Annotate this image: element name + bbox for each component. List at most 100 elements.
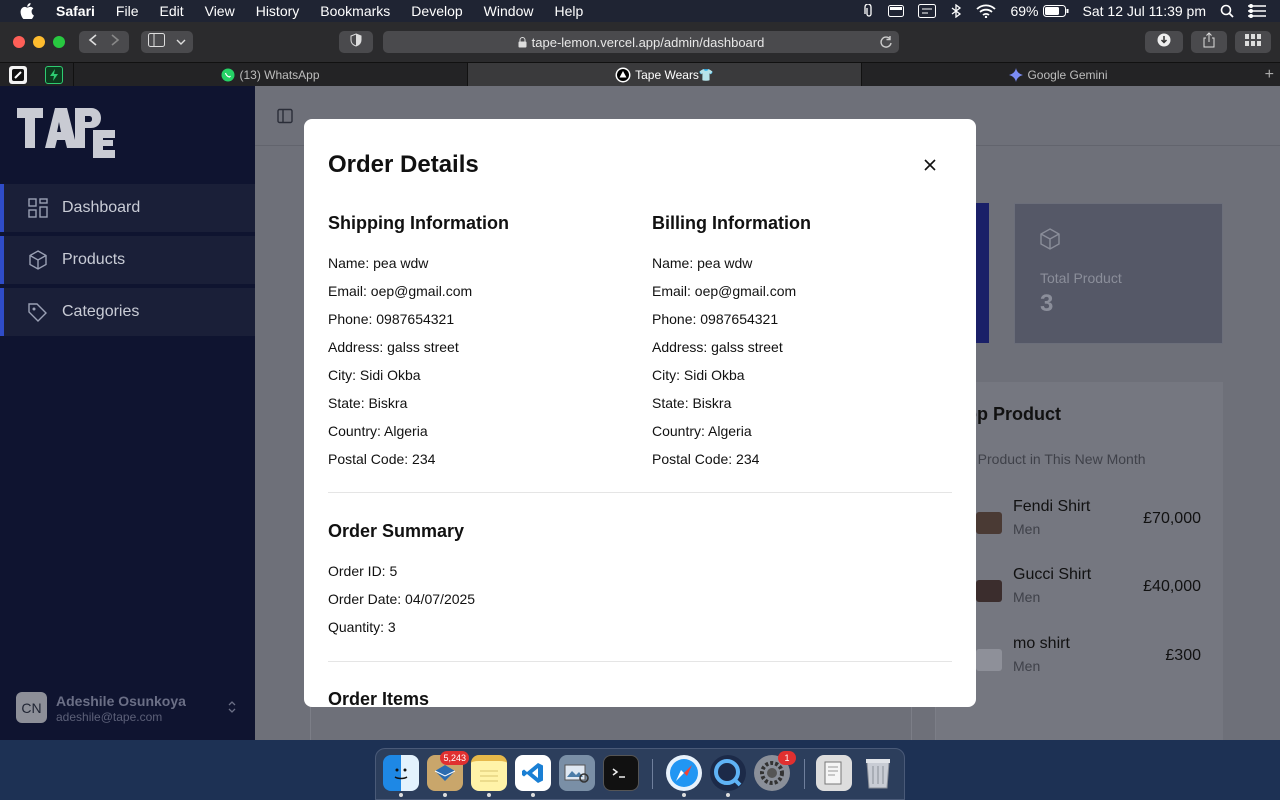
back-forward-buttons[interactable] xyxy=(79,31,129,53)
back-icon[interactable] xyxy=(82,33,104,52)
billing-state: State: Biskra xyxy=(652,395,732,411)
order-summary-section: Order Summary Order ID: 5 Order Date: 04… xyxy=(328,521,728,641)
minimize-window-button[interactable] xyxy=(33,36,45,48)
privacy-report-button[interactable] xyxy=(339,31,373,53)
address-bar[interactable]: tape-lemon.vercel.app/admin/dashboard xyxy=(383,31,899,53)
tab-gemini[interactable]: Google Gemini xyxy=(861,63,1255,86)
user-name: Adeshile Osunkoya xyxy=(56,693,186,709)
sidebar-toggle-button[interactable] xyxy=(141,31,193,53)
forward-icon[interactable] xyxy=(104,33,126,52)
user-email: adeshile@tape.com xyxy=(56,710,163,724)
bluetooth-icon[interactable] xyxy=(950,4,962,18)
billing-heading: Billing Information xyxy=(652,213,811,233)
order-items-heading: Order Items xyxy=(328,689,430,707)
menu-app-name[interactable]: Safari xyxy=(56,3,95,19)
url-text[interactable]: tape-lemon.vercel.app/admin/dashboard xyxy=(532,35,765,50)
order-summary-heading: Order Summary xyxy=(328,521,465,541)
shipping-section: Shipping Information Name: pea wdw Email… xyxy=(328,213,628,473)
terminal-icon[interactable] xyxy=(603,755,639,791)
running-indicator xyxy=(443,793,447,797)
sidebar-item-products[interactable]: Products xyxy=(0,236,255,284)
control-center-icon[interactable] xyxy=(1248,4,1266,18)
notes-app-icon[interactable] xyxy=(471,755,507,797)
trash-icon[interactable] xyxy=(860,755,896,791)
menu-help[interactable]: Help xyxy=(554,3,583,19)
panel-toggle-icon[interactable] xyxy=(277,108,293,129)
display-icon[interactable] xyxy=(918,4,937,18)
apple-icon[interactable] xyxy=(20,3,38,19)
pinned-app-icon xyxy=(12,69,24,81)
product-name: mo shirt xyxy=(1013,635,1070,652)
menu-window[interactable]: Window xyxy=(484,3,534,19)
menu-history[interactable]: History xyxy=(256,3,300,19)
tab-overview-icon xyxy=(1245,33,1261,51)
notes-icon[interactable] xyxy=(888,5,905,17)
battery-icon xyxy=(1042,5,1069,17)
box-icon xyxy=(1039,228,1061,255)
reload-icon[interactable] xyxy=(879,35,893,52)
new-tab-icon[interactable]: + xyxy=(1265,66,1274,84)
pinned-tab-2[interactable] xyxy=(45,66,63,84)
running-indicator xyxy=(726,793,730,797)
product-category: Men xyxy=(1013,658,1041,674)
pinned-tab-1[interactable] xyxy=(9,66,27,84)
whatsapp-icon xyxy=(221,68,235,82)
system-preferences-icon[interactable]: 1 xyxy=(754,751,796,791)
tab-title: (13) WhatsApp xyxy=(239,67,320,82)
tab-title: Google Gemini xyxy=(1027,67,1108,82)
sidebar-icon xyxy=(148,32,166,52)
billing-city: City: Sidi Okba xyxy=(652,367,745,383)
shipping-name: Name: pea wdw xyxy=(328,255,429,271)
zoom-window-button[interactable] xyxy=(53,36,65,48)
share-icon xyxy=(1202,31,1216,53)
menu-view[interactable]: View xyxy=(205,3,235,19)
vscode-icon[interactable] xyxy=(515,755,551,797)
share-button[interactable] xyxy=(1191,31,1227,53)
safari-icon[interactable] xyxy=(666,755,702,797)
spotlight-search-icon[interactable] xyxy=(1220,4,1234,18)
product-name: Gucci Shirt xyxy=(1013,566,1092,583)
sidebar-item-dashboard[interactable]: Dashboard xyxy=(0,184,255,232)
shipping-postal-code: Postal Code: 234 xyxy=(328,451,436,467)
mail-icon[interactable]: 5,243 xyxy=(427,751,469,797)
section-divider xyxy=(328,492,952,493)
quicktime-icon[interactable] xyxy=(710,755,746,797)
sidebar-item-label: Dashboard xyxy=(62,199,141,216)
downloads-stack-icon[interactable] xyxy=(816,755,852,791)
product-thumbnail xyxy=(976,512,1002,534)
running-indicator xyxy=(399,793,403,797)
wifi-icon[interactable] xyxy=(976,4,997,18)
close-window-button[interactable] xyxy=(13,36,25,48)
preview-icon[interactable] xyxy=(559,755,595,791)
paperclip-icon[interactable] xyxy=(864,4,874,18)
tab-overview-button[interactable] xyxy=(1235,31,1271,53)
sidebar-item-categories[interactable]: Categories xyxy=(0,288,255,336)
tape-logo[interactable] xyxy=(15,100,117,160)
order-quantity: Quantity: 3 xyxy=(328,619,396,635)
gemini-icon xyxy=(1009,67,1024,82)
user-menu[interactable]: CN Adeshile Osunkoya adeshile@tape.com xyxy=(16,692,241,724)
admin-app: Dashboard Products Categories CN Adeshil… xyxy=(0,86,1280,740)
menubar-clock[interactable]: Sat 12 Jul 11:39 pm xyxy=(1083,3,1206,19)
vercel-icon xyxy=(615,67,631,83)
menu-bookmarks[interactable]: Bookmarks xyxy=(320,3,390,19)
tab-tape-wears[interactable]: Tape Wears👕 xyxy=(467,63,861,86)
tab-whatsapp[interactable]: (13) WhatsApp xyxy=(73,63,467,86)
close-button[interactable] xyxy=(921,156,939,174)
macos-menu-bar: Safari File Edit View History Bookmarks … xyxy=(0,0,1280,22)
tab-title: Tape Wears👕 xyxy=(635,67,714,82)
menu-develop[interactable]: Develop xyxy=(411,3,462,19)
close-icon xyxy=(924,159,936,171)
billing-phone: Phone: 0987654321 xyxy=(652,311,779,327)
product-row[interactable]: Fendi Shirt Men £70,000 xyxy=(966,498,1206,548)
menu-edit[interactable]: Edit xyxy=(159,3,183,19)
menu-file[interactable]: File xyxy=(116,3,139,19)
product-row[interactable]: Gucci Shirt Men £40,000 xyxy=(966,566,1206,616)
shipping-email: Email: oep@gmail.com xyxy=(328,283,473,299)
running-indicator xyxy=(487,793,491,797)
finder-icon[interactable] xyxy=(383,755,419,797)
downloads-button[interactable] xyxy=(1145,31,1183,53)
product-price: £300 xyxy=(1165,647,1201,664)
shield-icon xyxy=(350,32,362,52)
product-row[interactable]: mo shirt Men £300 xyxy=(966,635,1206,685)
